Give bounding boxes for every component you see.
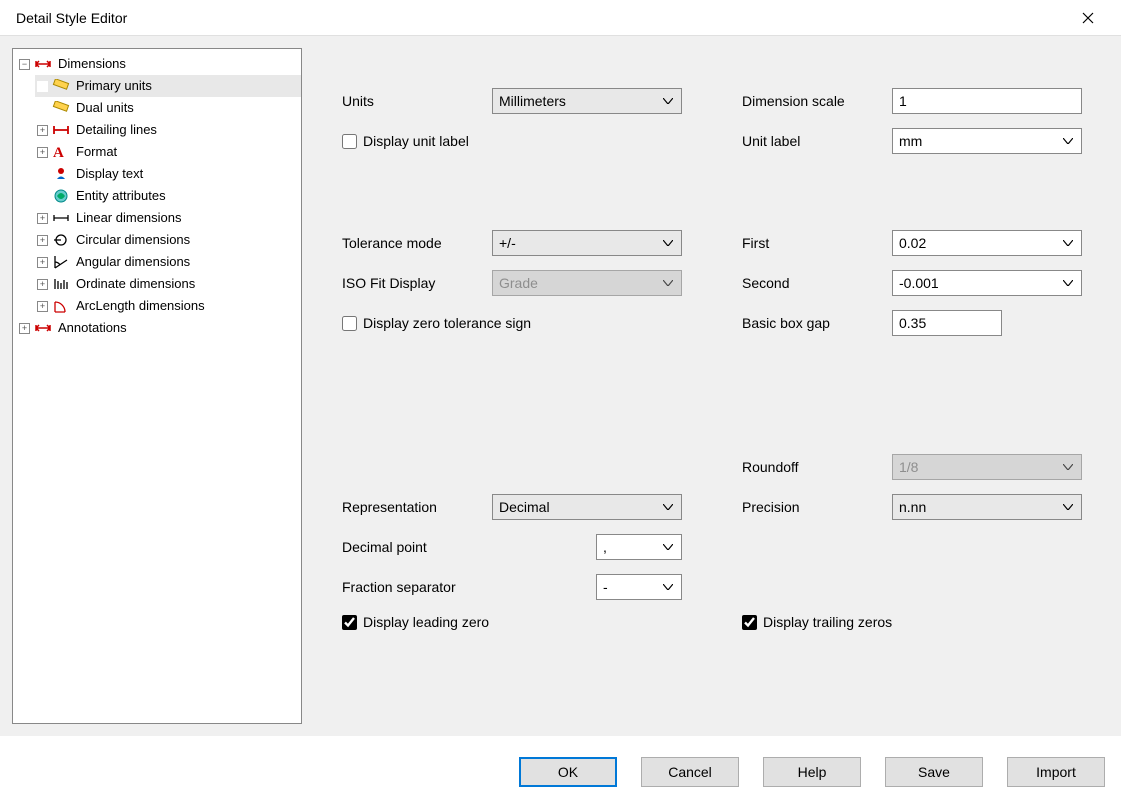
ordinate-icon (52, 276, 70, 292)
format-icon: A (52, 144, 70, 160)
dialog-body: − Dimensions Primary units D (0, 36, 1121, 736)
circular-icon (52, 232, 70, 248)
ok-button[interactable]: OK (519, 757, 617, 787)
fraction-sep-label: Fraction separator (342, 579, 492, 595)
iso-fit-select: Grade (492, 270, 682, 296)
tree-node-dimensions[interactable]: − Dimensions (17, 53, 301, 75)
tree-panel: − Dimensions Primary units D (12, 48, 302, 724)
annotations-icon (34, 320, 52, 336)
units-select[interactable]: Millimeters (492, 88, 682, 114)
tree-node-ordinate-dimensions[interactable]: + Ordinate dimensions (35, 273, 301, 295)
checkbox-label: Display trailing zeros (763, 614, 892, 630)
collapse-icon[interactable]: − (19, 59, 30, 70)
expand-icon[interactable]: + (37, 257, 48, 268)
arclength-icon (52, 298, 70, 314)
expand-icon[interactable]: + (37, 301, 48, 312)
form-area: Units Millimeters Dimension scale Displa… (302, 48, 1109, 724)
expand-icon[interactable]: + (37, 279, 48, 290)
titlebar: Detail Style Editor (0, 0, 1121, 36)
tree-node-circular-dimensions[interactable]: + Circular dimensions (35, 229, 301, 251)
expand-icon[interactable]: + (19, 323, 30, 334)
expand-icon[interactable]: + (37, 213, 48, 224)
tree-label: Detailing lines (74, 119, 159, 141)
dimension-scale-label: Dimension scale (742, 93, 892, 109)
tolerance-mode-label: Tolerance mode (342, 235, 492, 251)
ruler-icon (52, 100, 70, 116)
tree-label: Dual units (74, 97, 136, 119)
representation-select[interactable]: Decimal (492, 494, 682, 520)
leading-zero-checkbox[interactable]: Display leading zero (342, 614, 682, 630)
expand-icon[interactable]: + (37, 235, 48, 246)
tree-node-format[interactable]: + A Format (35, 141, 301, 163)
ruler-icon (52, 78, 70, 94)
window-title: Detail Style Editor (16, 10, 1065, 26)
checkbox-label: Display zero tolerance sign (363, 315, 531, 331)
svg-text:A: A (53, 145, 64, 160)
cancel-button[interactable]: Cancel (641, 757, 739, 787)
tolerance-mode-select[interactable]: +/- (492, 230, 682, 256)
precision-select[interactable]: n.nn (892, 494, 1082, 520)
decimal-point-label: Decimal point (342, 539, 492, 555)
trailing-zeros-checkbox[interactable]: Display trailing zeros (742, 614, 1082, 630)
roundoff-select: 1/8 (892, 454, 1082, 480)
tree-node-display-text[interactable]: Display text (35, 163, 301, 185)
tree-node-linear-dimensions[interactable]: + Linear dimensions (35, 207, 301, 229)
tree-label: Dimensions (56, 53, 128, 75)
expand-icon[interactable]: + (37, 125, 48, 136)
entity-attributes-icon (52, 188, 70, 204)
tree-label: Angular dimensions (74, 251, 192, 273)
import-button[interactable]: Import (1007, 757, 1105, 787)
tree-label: Entity attributes (74, 185, 168, 207)
unit-label-label: Unit label (742, 133, 892, 149)
tree-label: Circular dimensions (74, 229, 192, 251)
tree-label: Annotations (56, 317, 129, 339)
checkbox-label: Display leading zero (363, 614, 489, 630)
unit-label-select[interactable]: mm (892, 128, 1082, 154)
tree-label: Display text (74, 163, 145, 185)
dimensions-icon (34, 56, 52, 72)
iso-fit-label: ISO Fit Display (342, 275, 492, 291)
roundoff-label: Roundoff (742, 459, 892, 475)
tree-node-detailing-lines[interactable]: + Detailing lines (35, 119, 301, 141)
second-label: Second (742, 275, 892, 291)
display-text-icon (52, 166, 70, 182)
decimal-point-select[interactable]: , (596, 534, 682, 560)
units-label: Units (342, 93, 492, 109)
tree-node-angular-dimensions[interactable]: + Angular dimensions (35, 251, 301, 273)
tree-node-arclength-dimensions[interactable]: + ArcLength dimensions (35, 295, 301, 317)
basic-box-gap-input[interactable] (892, 310, 1002, 336)
close-icon (1082, 12, 1094, 24)
tree-node-annotations[interactable]: + Annotations (17, 317, 301, 339)
tree-label: Ordinate dimensions (74, 273, 197, 295)
basic-box-gap-label: Basic box gap (742, 315, 892, 331)
expand-icon[interactable]: + (37, 147, 48, 158)
tree-node-primary-units[interactable]: Primary units (35, 75, 301, 97)
second-select[interactable]: -0.001 (892, 270, 1082, 296)
first-select[interactable]: 0.02 (892, 230, 1082, 256)
tree-label: Linear dimensions (74, 207, 184, 229)
display-unit-label-checkbox[interactable]: Display unit label (342, 133, 682, 149)
detailing-lines-icon (52, 122, 70, 138)
display-zero-tol-checkbox[interactable]: Display zero tolerance sign (342, 315, 682, 331)
representation-label: Representation (342, 499, 492, 515)
tree-node-dual-units[interactable]: Dual units (35, 97, 301, 119)
close-button[interactable] (1065, 3, 1111, 33)
tree-node-entity-attributes[interactable]: Entity attributes (35, 185, 301, 207)
angular-icon (52, 254, 70, 270)
checkbox-label: Display unit label (363, 133, 469, 149)
dimension-scale-input[interactable] (892, 88, 1082, 114)
help-button[interactable]: Help (763, 757, 861, 787)
tree-label: ArcLength dimensions (74, 295, 207, 317)
save-button[interactable]: Save (885, 757, 983, 787)
fraction-sep-select[interactable]: - (596, 574, 682, 600)
first-label: First (742, 235, 892, 251)
linear-icon (52, 210, 70, 226)
tree-label: Primary units (74, 75, 154, 97)
precision-label: Precision (742, 499, 892, 515)
button-row: OK Cancel Help Save Import (519, 757, 1105, 787)
tree-label: Format (74, 141, 119, 163)
